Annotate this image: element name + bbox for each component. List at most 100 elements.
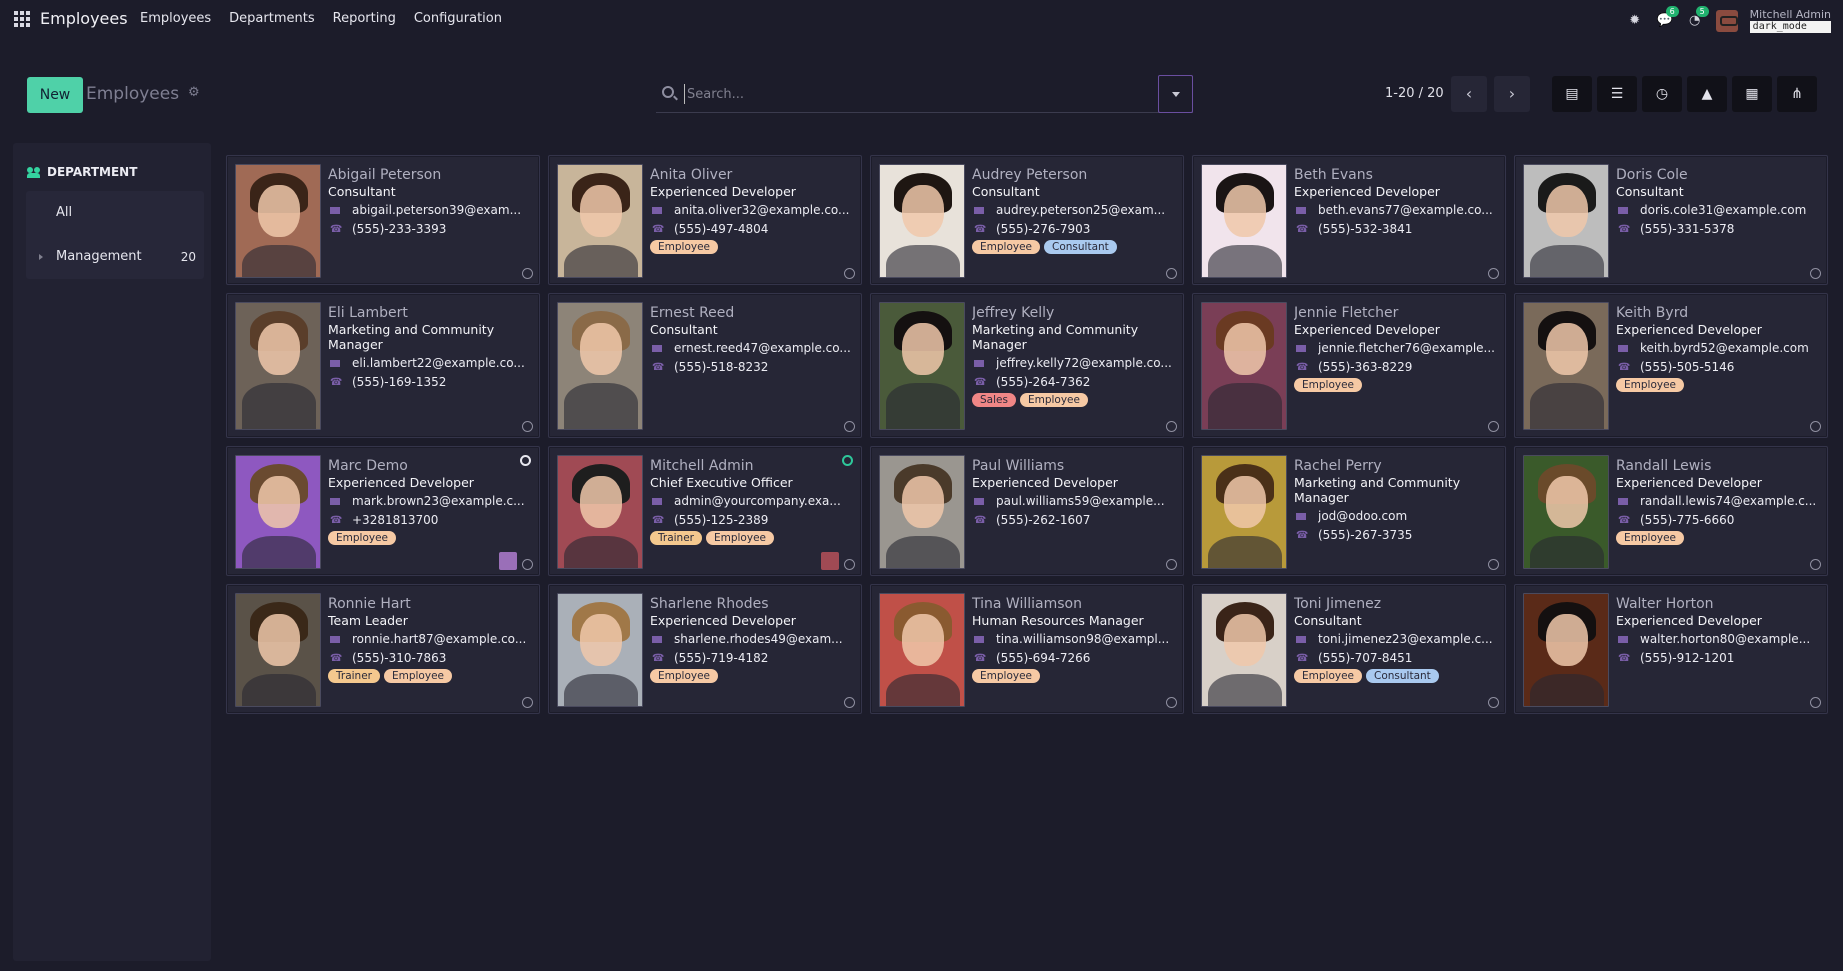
employee-card[interactable]: Doris Cole Consultant doris.cole31@example… [1514, 155, 1828, 285]
employee-phone: ☎ (555)-694-7266 [972, 649, 1175, 668]
pager-value[interactable]: 1-20 / 20 [1385, 86, 1444, 101]
activity-clock-icon[interactable] [1810, 421, 1821, 432]
related-user-avatar[interactable] [821, 552, 839, 570]
employee-card[interactable]: Anita Oliver Experienced Developer anita.o… [548, 155, 862, 285]
menu-departments[interactable]: Departments [229, 11, 314, 26]
caret-right-icon[interactable] [39, 254, 43, 260]
pager-next-button[interactable]: › [1494, 76, 1530, 112]
employee-job-title: Experienced Developer [650, 613, 796, 628]
employee-card-body: Toni Jimenez Consultant toni.jimenez23@exa… [1287, 593, 1497, 705]
employee-phone-text: (555)-262-1607 [996, 513, 1091, 527]
employee-email-text: tina.williamson98@exampl... [996, 632, 1170, 646]
department-item-all[interactable]: All [26, 191, 204, 235]
employee-card[interactable]: Mitchell Admin Chief Executive Officer adm… [548, 446, 862, 576]
employee-card[interactable]: Abigail Peterson Consultant abigail.peters… [226, 155, 540, 285]
department-item-label: All [56, 205, 73, 220]
menu-reporting[interactable]: Reporting [333, 11, 396, 26]
employee-phone: ☎ (555)-267-3735 [1294, 526, 1497, 545]
pivot-view-icon[interactable]: ▦ [1732, 76, 1772, 112]
employee-card[interactable]: Keith Byrd Experienced Developer keith.byr… [1514, 293, 1828, 438]
employee-email: audrey.peterson25@exam... [972, 201, 1175, 220]
activity-clock-icon[interactable] [1488, 559, 1499, 570]
employee-card[interactable]: Rachel Perry Marketing and Community Mana… [1192, 446, 1506, 576]
employee-card[interactable]: Sharlene Rhodes Experienced Developer shar… [548, 584, 862, 714]
employee-card[interactable]: Ronnie Hart Team Leader ronnie.hart87@exam… [226, 584, 540, 714]
search-options-toggle[interactable] [1158, 75, 1193, 113]
activity-clock-icon[interactable] [1166, 421, 1177, 432]
employee-name: Jennie Fletcher [1294, 305, 1399, 321]
envelope-icon [1618, 207, 1628, 214]
related-user-avatar[interactable] [499, 552, 517, 570]
employee-card[interactable]: Tina Williamson Human Resources Manager ti… [870, 584, 1184, 714]
activity-clock-icon[interactable] [1810, 697, 1821, 708]
new-button[interactable]: New [27, 77, 83, 113]
activity-clock-icon[interactable] [1488, 268, 1499, 279]
activity-clock-icon[interactable] [844, 559, 855, 570]
activity-clock-icon[interactable] [1810, 268, 1821, 279]
messages-icon[interactable]: 💬 6 [1656, 6, 1679, 30]
activity-clock-icon[interactable] [1166, 697, 1177, 708]
employee-card[interactable]: Marc Demo Experienced Developer mark.brown… [226, 446, 540, 576]
apps-menu-icon[interactable] [14, 11, 30, 27]
employee-card[interactable]: Jeffrey Kelly Marketing and Community Man… [870, 293, 1184, 438]
employee-card[interactable]: Eli Lambert Marketing and Community Manag… [226, 293, 540, 438]
employee-card[interactable]: Ernest Reed Consultant ernest.reed47@examp… [548, 293, 862, 438]
kanban-view-icon[interactable]: ▤ [1552, 76, 1592, 112]
employee-email-text: sharlene.rhodes49@exam... [674, 632, 843, 646]
activity-clock-icon[interactable] [1166, 559, 1177, 570]
hierarchy-view-icon[interactable]: ⋔ [1777, 76, 1817, 112]
app-title[interactable]: Employees [40, 9, 128, 28]
activity-clock-icon[interactable] [1166, 268, 1177, 279]
employee-card[interactable]: Toni Jimenez Consultant toni.jimenez23@exa… [1192, 584, 1506, 714]
employee-phone: ☎ +3281813700 [328, 511, 531, 530]
employee-card[interactable]: Paul Williams Experienced Developer paul.w… [870, 446, 1184, 576]
employee-job-title: Consultant [1294, 613, 1362, 628]
phone-icon: ☎ [330, 515, 343, 526]
user-menu[interactable]: Mitchell Admin dark_mode [1749, 9, 1831, 33]
employee-card-body: Walter Horton Experienced Developer walter… [1609, 593, 1819, 705]
gear-icon[interactable]: ⚙ [188, 85, 200, 100]
activity-clock-icon[interactable]: ◔ 5 [1686, 6, 1709, 30]
employee-email: mark.brown23@example.c... [328, 492, 531, 511]
activity-clock-icon[interactable] [844, 268, 855, 279]
menu-configuration[interactable]: Configuration [414, 11, 502, 26]
employee-name: Ernest Reed [650, 305, 735, 321]
activity-clock-icon[interactable] [1488, 421, 1499, 432]
activity-clock-icon[interactable] [522, 559, 533, 570]
employee-card-body: Jennie Fletcher Experienced Developer jenn… [1287, 302, 1497, 429]
employee-card[interactable]: Randall Lewis Experienced Developer randal… [1514, 446, 1828, 576]
envelope-icon [974, 498, 984, 505]
department-item-management[interactable]: Management 20 [26, 235, 204, 279]
pager-previous-button[interactable]: ‹ [1451, 76, 1487, 112]
employee-email-text: abigail.peterson39@exam... [352, 203, 522, 217]
employee-card[interactable]: Walter Horton Experienced Developer walter… [1514, 584, 1828, 714]
graph-view-icon[interactable]: ▲ [1687, 76, 1727, 112]
list-view-icon[interactable]: ☰ [1597, 76, 1637, 112]
activity-clock-icon[interactable] [844, 697, 855, 708]
employee-name: Tina Williamson [972, 596, 1082, 612]
activity-clock-icon[interactable] [522, 268, 533, 279]
envelope-icon [330, 498, 340, 505]
tag-badge: Consultant [1366, 669, 1439, 683]
employee-job-title: Consultant [1616, 184, 1684, 199]
employee-job-title: Experienced Developer [1616, 613, 1762, 628]
employee-photo [879, 455, 965, 569]
systray: ✹ 💬 6 ◔ 5 Mitchell Admin dark_mode [1626, 6, 1831, 34]
user-avatar[interactable] [1715, 10, 1738, 32]
employee-job-title: Experienced Developer [1616, 322, 1762, 337]
menu-employees[interactable]: Employees [140, 11, 211, 26]
employee-email-text: admin@yourcompany.exa... [674, 494, 841, 508]
activity-clock-icon[interactable] [522, 421, 533, 432]
activity-clock-icon[interactable] [844, 421, 855, 432]
employee-card[interactable]: Audrey Peterson Consultant audrey.peterson… [870, 155, 1184, 285]
employee-name: Sharlene Rhodes [650, 596, 769, 612]
employee-card[interactable]: Jennie Fletcher Experienced Developer jenn… [1192, 293, 1506, 438]
activity-clock-icon[interactable] [522, 697, 533, 708]
activity-clock-icon[interactable] [1488, 697, 1499, 708]
employee-photo [879, 593, 965, 707]
activity-view-icon[interactable]: ◷ [1642, 76, 1682, 112]
activity-clock-icon[interactable] [1810, 559, 1821, 570]
bug-icon[interactable]: ✹ [1626, 12, 1644, 30]
search-input[interactable] [684, 84, 1154, 104]
employee-card[interactable]: Beth Evans Experienced Developer beth.evan… [1192, 155, 1506, 285]
